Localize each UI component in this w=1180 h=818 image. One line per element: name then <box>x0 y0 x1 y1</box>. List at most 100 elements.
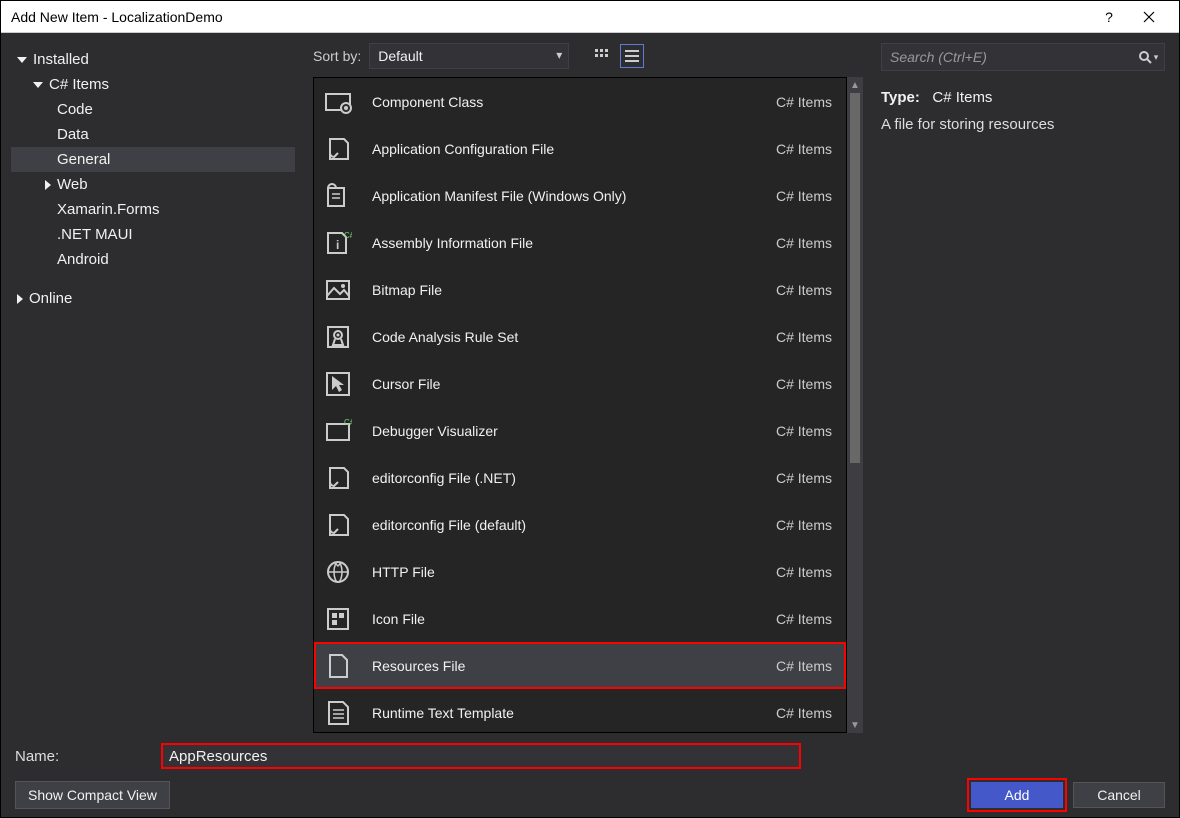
template-list: Component Class C# Items Application Con… <box>313 77 847 733</box>
item-label: HTTP File <box>366 564 764 580</box>
cancel-button[interactable]: Cancel <box>1073 782 1165 808</box>
search-box[interactable]: ▾ <box>881 43 1165 71</box>
item-category: C# Items <box>776 564 832 580</box>
item-category: C# Items <box>776 423 832 439</box>
list-item[interactable]: HTTP File C# Items <box>314 548 846 595</box>
scroll-thumb[interactable] <box>850 93 860 463</box>
bottom-bar: Name: Show Compact View Add Cancel <box>1 733 1179 817</box>
item-category: C# Items <box>776 470 832 486</box>
compact-view-button[interactable]: Show Compact View <box>15 781 170 809</box>
search-input[interactable] <box>882 49 1132 65</box>
debugger-icon: C# <box>322 415 354 447</box>
detail-type-value: C# Items <box>932 89 992 106</box>
add-button[interactable]: Add <box>971 782 1063 808</box>
tree-general[interactable]: General <box>11 147 295 172</box>
item-category: C# Items <box>776 517 832 533</box>
image-icon <box>322 274 354 306</box>
sort-dropdown[interactable]: Default <box>369 43 569 69</box>
item-label: Runtime Text Template <box>366 705 764 721</box>
icon-file-icon <box>322 603 354 635</box>
tree-online[interactable]: Online <box>11 286 295 311</box>
chevron-down-icon: ▾ <box>1154 52 1159 63</box>
manifest-icon <box>322 180 354 212</box>
center-toolbar: Sort by: Default <box>305 43 867 77</box>
search-button[interactable]: ▾ <box>1132 44 1164 70</box>
close-button[interactable] <box>1129 1 1169 33</box>
caret-right-icon <box>17 294 23 304</box>
list-item[interactable]: Runtime Text Template C# Items <box>314 689 846 733</box>
window-title: Add New Item - LocalizationDemo <box>11 9 1089 25</box>
list-item[interactable]: C# Debugger Visualizer C# Items <box>314 407 846 454</box>
svg-text:C#: C# <box>344 231 352 240</box>
detail-type-label: Type: <box>881 89 920 106</box>
list-item[interactable]: C# i Assembly Information File C# Items <box>314 219 846 266</box>
detail-description: A file for storing resources <box>881 116 1165 133</box>
sortby-label: Sort by: <box>313 48 361 64</box>
item-label: editorconfig File (default) <box>366 517 764 533</box>
item-label: Resources File <box>366 658 764 674</box>
caret-down-icon <box>17 57 27 63</box>
item-label: editorconfig File (.NET) <box>366 470 764 486</box>
item-category: C# Items <box>776 94 832 110</box>
view-list-button[interactable] <box>621 45 643 67</box>
item-label: Assembly Information File <box>366 235 764 251</box>
list-item[interactable]: Application Manifest File (Windows Only)… <box>314 172 846 219</box>
item-category: C# Items <box>776 141 832 157</box>
list-item[interactable]: editorconfig File (default) C# Items <box>314 501 846 548</box>
list-item[interactable]: Icon File C# Items <box>314 595 846 642</box>
tree-csharp-items[interactable]: C# Items <box>11 72 295 97</box>
item-label: Code Analysis Rule Set <box>366 329 764 345</box>
tree-code[interactable]: Code <box>11 97 295 122</box>
detail-type-row: Type: C# Items <box>881 89 1165 106</box>
wrench-file-icon <box>322 462 354 494</box>
wrench-file-icon <box>322 509 354 541</box>
tree-data[interactable]: Data <box>11 122 295 147</box>
item-label: Application Configuration File <box>366 141 764 157</box>
item-category: C# Items <box>776 705 832 721</box>
caret-right-icon <box>45 180 51 190</box>
tree-android[interactable]: Android <box>11 247 295 272</box>
info-file-icon: C# i <box>322 227 354 259</box>
caret-down-icon <box>33 82 43 88</box>
item-category: C# Items <box>776 658 832 674</box>
item-label: Cursor File <box>366 376 764 392</box>
name-label: Name: <box>15 748 145 765</box>
item-category: C# Items <box>776 329 832 345</box>
list-item-selected[interactable]: Resources File C# Items <box>314 642 846 689</box>
component-icon <box>322 86 354 118</box>
tree-net-maui[interactable]: .NET MAUI <box>11 222 295 247</box>
list-scrollbar[interactable]: ▲ ▼ <box>847 77 863 733</box>
text-template-icon <box>322 697 354 729</box>
list-item[interactable]: Component Class C# Items <box>314 78 846 125</box>
list-item[interactable]: Application Configuration File C# Items <box>314 125 846 172</box>
item-label: Icon File <box>366 611 764 627</box>
globe-icon <box>322 556 354 588</box>
list-item[interactable]: editorconfig File (.NET) C# Items <box>314 454 846 501</box>
item-label: Bitmap File <box>366 282 764 298</box>
wrench-file-icon <box>322 133 354 165</box>
category-tree: Installed C# Items Code Data General Web… <box>1 33 305 733</box>
help-button[interactable]: ? <box>1089 1 1129 33</box>
name-input[interactable] <box>161 743 801 769</box>
item-category: C# Items <box>776 188 832 204</box>
tree-xamarin-forms[interactable]: Xamarin.Forms <box>11 197 295 222</box>
item-category: C# Items <box>776 235 832 251</box>
search-icon <box>1138 50 1152 64</box>
svg-text:i: i <box>336 238 339 252</box>
list-item[interactable]: Cursor File C# Items <box>314 360 846 407</box>
list-item[interactable]: Bitmap File C# Items <box>314 266 846 313</box>
tree-web[interactable]: Web <box>11 172 295 197</box>
resources-file-icon <box>322 650 354 682</box>
scroll-up-button[interactable]: ▲ <box>847 77 863 93</box>
svg-text:C#: C# <box>344 418 352 427</box>
view-grid-button[interactable] <box>591 45 613 67</box>
scroll-down-button[interactable]: ▼ <box>847 717 863 733</box>
item-label: Component Class <box>366 94 764 110</box>
item-category: C# Items <box>776 376 832 392</box>
item-label: Debugger Visualizer <box>366 423 764 439</box>
titlebar: Add New Item - LocalizationDemo ? <box>1 1 1179 33</box>
tree-installed[interactable]: Installed <box>11 47 295 72</box>
item-category: C# Items <box>776 282 832 298</box>
ruleset-icon <box>322 321 354 353</box>
list-item[interactable]: Code Analysis Rule Set C# Items <box>314 313 846 360</box>
